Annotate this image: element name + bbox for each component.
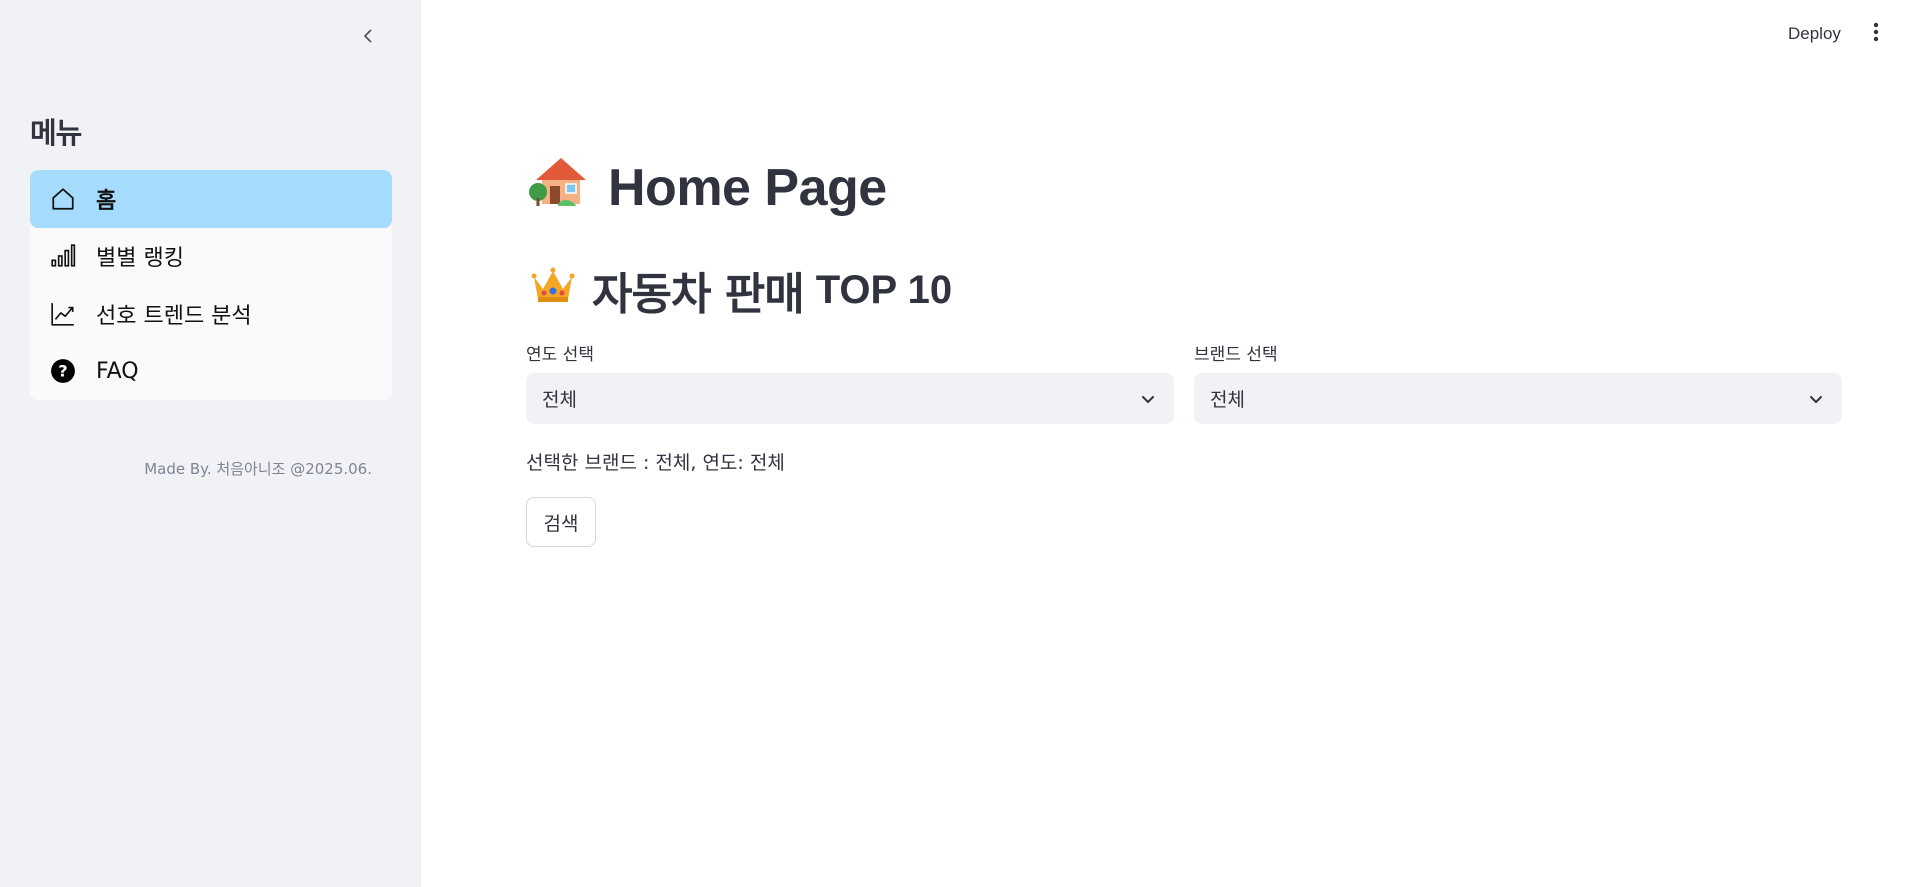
- selection-summary: 선택한 브랜드 : 전체, 연도: 전체: [526, 452, 785, 474]
- sidebar-title: 메뉴: [30, 116, 82, 150]
- section-title: 자동차 판매 TOP 10: [530, 258, 952, 322]
- question-circle-icon: ?: [49, 357, 77, 385]
- sidebar-item-home[interactable]: 홈: [30, 170, 392, 228]
- sidebar-item-faq[interactable]: ? FAQ: [30, 343, 392, 401]
- sidebar-item-ranking[interactable]: 별별 랭킹: [30, 228, 392, 286]
- chevron-left-icon: [360, 28, 376, 49]
- year-select[interactable]: 전체: [526, 373, 1174, 424]
- brand-select-label: 브랜드 선택: [1194, 345, 1278, 365]
- sidebar-item-label: FAQ: [96, 358, 139, 384]
- svg-text:?: ?: [58, 362, 67, 381]
- chevron-down-icon: [1806, 389, 1826, 409]
- brand-select[interactable]: 전체: [1194, 373, 1842, 424]
- page-title-text: Home Page: [608, 158, 887, 217]
- sidebar: 메뉴 홈 별별 랭킹 선호 트렌드 분석 ? FAQ Made By. 처음아니…: [0, 0, 421, 887]
- year-select-group: 연도 선택 전체: [526, 340, 1174, 424]
- deploy-button[interactable]: Deploy: [1774, 18, 1855, 50]
- sidebar-item-trend[interactable]: 선호 트렌드 분석: [30, 285, 392, 343]
- kebab-menu-icon: [1873, 22, 1879, 47]
- home-icon: [49, 185, 77, 213]
- brand-select-value: 전체: [1210, 389, 1245, 411]
- search-button[interactable]: 검색: [526, 497, 596, 547]
- crown-emoji-icon: [530, 265, 576, 316]
- section-title-text: 자동차 판매: [592, 269, 805, 320]
- sidebar-collapse-button[interactable]: [356, 26, 380, 50]
- sidebar-item-label: 선호 트렌드 분석: [96, 303, 252, 329]
- year-select-label: 연도 선택: [526, 345, 594, 365]
- page-title: Home Page: [528, 154, 887, 221]
- year-select-value: 전체: [542, 389, 577, 411]
- sidebar-footer: Made By. 처음아니조 @2025.06.: [144, 460, 372, 478]
- section-title-suffix: TOP 10: [815, 267, 953, 312]
- house-emoji-icon: [528, 154, 588, 221]
- trend-chart-icon: [49, 300, 77, 328]
- sidebar-menu: 홈 별별 랭킹 선호 트렌드 분석 ? FAQ: [30, 170, 392, 400]
- main-menu-button[interactable]: [1864, 18, 1888, 50]
- bar-chart-icon: [49, 242, 77, 270]
- sidebar-item-label: 별별 랭킹: [96, 246, 184, 272]
- sidebar-item-label: 홈: [96, 188, 117, 214]
- chevron-down-icon: [1138, 389, 1158, 409]
- brand-select-group: 브랜드 선택 전체: [1194, 340, 1842, 424]
